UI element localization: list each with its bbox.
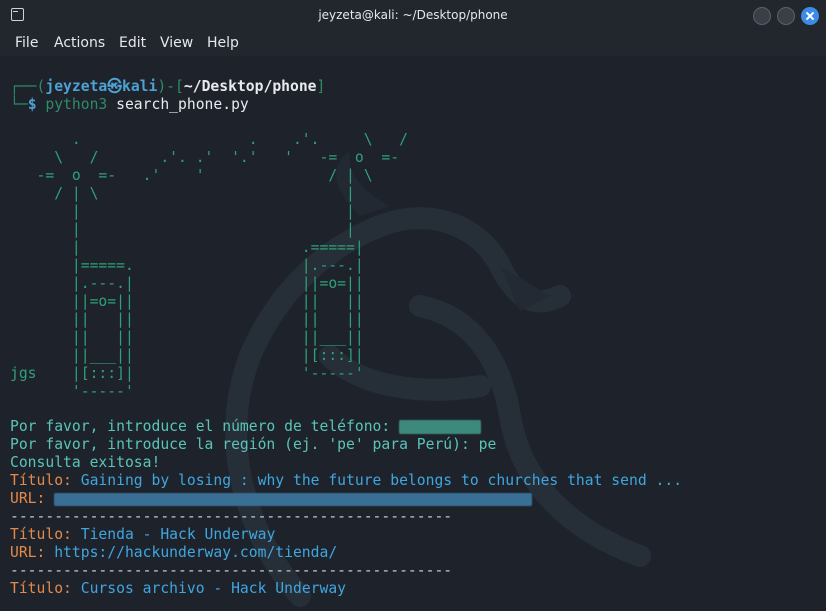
ascii-art-banner: . . .'. \ / \ / .'. .' '.' ' -= o =- -= …: [10, 131, 408, 400]
menu-edit[interactable]: Edit: [119, 35, 146, 51]
prompt-path: ~/Desktop/phone: [183, 78, 317, 95]
result-2-url: URL: https://hackunderway.com/tienda/: [10, 544, 338, 561]
menu-actions[interactable]: Actions: [54, 35, 105, 51]
menu-view[interactable]: View: [160, 35, 193, 51]
title-bar[interactable]: jeyzeta@kali: ~/Desktop/phone: [0, 0, 826, 32]
command-arg: search_phone.py: [107, 96, 249, 113]
result-1-title: Título: Gaining by losing : why the futu…: [10, 472, 683, 489]
result-1-url: URL:: [10, 490, 533, 508]
menu-file[interactable]: File: [15, 35, 38, 51]
prompt-host: kali: [121, 78, 158, 95]
separator-2: ----------------------------------------…: [10, 562, 453, 579]
result-3-title: Título: Cursos archivo - Hack Underway: [10, 580, 347, 597]
region-prompt-line: Por favor, introduce la región (ej. 'pe'…: [10, 436, 497, 453]
prompt-user: jeyzeta: [45, 78, 108, 95]
terminal-body[interactable]: ┌──(jeyzeta㉿kali)-[~/Desktop/phone] └─$ …: [0, 56, 826, 611]
window-title: jeyzeta@kali: ~/Desktop/phone: [318, 8, 508, 22]
menu-help[interactable]: Help: [207, 35, 239, 51]
prompt-line-2: └─$ python3 search_phone.py: [10, 96, 249, 113]
success-message: Consulta exitosa!: [10, 454, 161, 471]
close-icon[interactable]: [801, 7, 819, 25]
prompt-line-1: ┌──(jeyzeta㉿kali)-[~/Desktop/phone]: [10, 78, 326, 95]
menu-bar: File Actions Edit View Help: [0, 32, 826, 56]
terminal-window: jeyzeta@kali: ~/Desktop/phone File Actio…: [0, 0, 826, 611]
redacted-phone-number: [399, 420, 482, 434]
separator-1: ----------------------------------------…: [10, 508, 453, 525]
command-name: python3: [45, 96, 108, 113]
redacted-url: [54, 492, 533, 506]
minimize-icon[interactable]: [753, 7, 771, 25]
maximize-icon[interactable]: [777, 7, 795, 25]
result-2-title: Título: Tienda - Hack Underway: [10, 526, 276, 543]
result-2-link[interactable]: https://hackunderway.com/tienda/: [54, 544, 337, 561]
phone-prompt-line: Por favor, introduce el número de teléfo…: [10, 418, 482, 436]
